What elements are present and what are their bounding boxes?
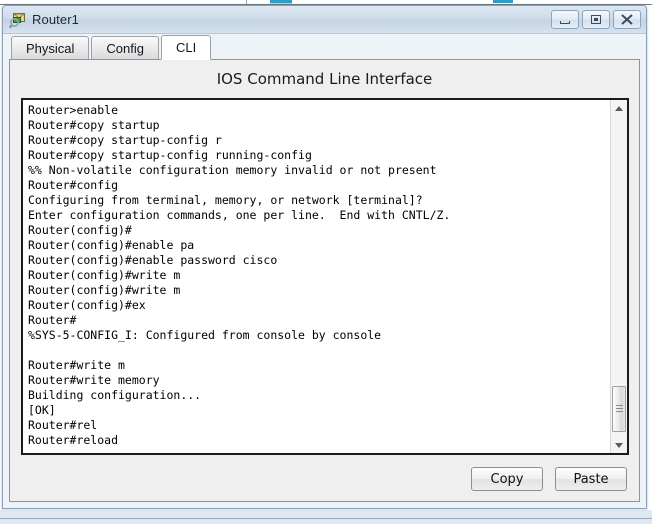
- tab-physical[interactable]: Physical: [11, 36, 90, 59]
- terminal-container[interactable]: Router>enable Router#copy startup Router#c…: [21, 98, 629, 455]
- copy-button-label: Copy: [490, 471, 524, 487]
- terminal-line: Router#config: [28, 178, 119, 192]
- background-window-segment-a: [247, 0, 270, 4]
- background-window-segment-b: [292, 0, 652, 4]
- paste-button-label: Paste: [573, 471, 609, 487]
- terminal-line: Router#copy startup: [28, 118, 160, 132]
- tab-config-label: Config: [106, 40, 144, 56]
- terminal-line: Router(config)#write m: [28, 283, 181, 297]
- terminal-line: Router#copy startup-config r: [28, 133, 222, 147]
- close-icon: [621, 14, 633, 25]
- terminal-line: Router(config)#ex: [28, 298, 146, 312]
- paste-button[interactable]: Paste: [555, 467, 627, 491]
- tab-cli[interactable]: CLI: [161, 35, 212, 60]
- tab-config[interactable]: Config: [91, 36, 159, 59]
- terminal-line: %% Non-volatile configuration memory inv…: [28, 163, 437, 177]
- desktop-bottom-area: [0, 509, 652, 524]
- terminal-output[interactable]: Router>enable Router#copy startup Router#c…: [23, 100, 610, 453]
- terminal-line: Enter configuration commands, one per li…: [28, 208, 451, 222]
- tab-physical-label: Physical: [26, 40, 75, 56]
- terminal-line: Router(config)#: [28, 223, 132, 237]
- terminal-line: Configuring from terminal, memory, or ne…: [28, 193, 423, 207]
- terminal-line: Router#reload: [28, 433, 119, 447]
- terminal-line: Router#write memory: [28, 373, 160, 387]
- copy-button[interactable]: Copy: [471, 467, 543, 491]
- background-teal-marker-2: [493, 0, 513, 3]
- maximize-button[interactable]: [582, 10, 610, 29]
- background-teal-marker-1: [270, 0, 292, 3]
- scroll-up-arrow[interactable]: [611, 100, 627, 116]
- terminal-line: [OK]: [28, 403, 56, 417]
- router-device-window: Router1 Physical Config CLI IOS Command …: [2, 5, 647, 509]
- scroll-thumb[interactable]: [612, 386, 626, 432]
- terminal-line: %SYS-5-CONFIG_I: Configured from console…: [28, 328, 382, 342]
- cli-content-panel: IOS Command Line Interface Router>enable…: [9, 59, 640, 502]
- terminal-line: Building configuration...: [28, 388, 202, 402]
- router-device-icon: [9, 11, 27, 29]
- terminal-line: Router>enable: [28, 103, 119, 117]
- window-controls: [551, 10, 641, 29]
- action-bar: Copy Paste: [471, 467, 627, 491]
- tab-cli-label: CLI: [176, 40, 197, 55]
- terminal-line: Router#rel: [28, 418, 98, 432]
- window-title: Router1: [32, 12, 79, 27]
- close-button[interactable]: [613, 10, 641, 29]
- tab-strip: Physical Config CLI: [3, 34, 646, 60]
- terminal-scrollbar[interactable]: [610, 100, 627, 453]
- terminal-line: Router#write m: [28, 358, 125, 372]
- terminal-line: Router(config)#write m: [28, 268, 181, 282]
- title-bar[interactable]: Router1: [3, 6, 646, 34]
- scroll-down-arrow[interactable]: [611, 437, 627, 453]
- terminal-line: Router#copy startup-config running-confi…: [28, 148, 312, 162]
- scroll-thumb-grip: [616, 405, 623, 414]
- panel-heading: IOS Command Line Interface: [216, 70, 433, 88]
- desktop-bottom-divider: [0, 518, 652, 519]
- terminal-line: Router#: [28, 313, 77, 327]
- terminal-line: Router(config)#enable password cisco: [28, 253, 278, 267]
- background-window-left: [0, 0, 246, 4]
- minimize-button[interactable]: [551, 10, 579, 29]
- terminal-line: Router(config)#enable pa: [28, 238, 195, 252]
